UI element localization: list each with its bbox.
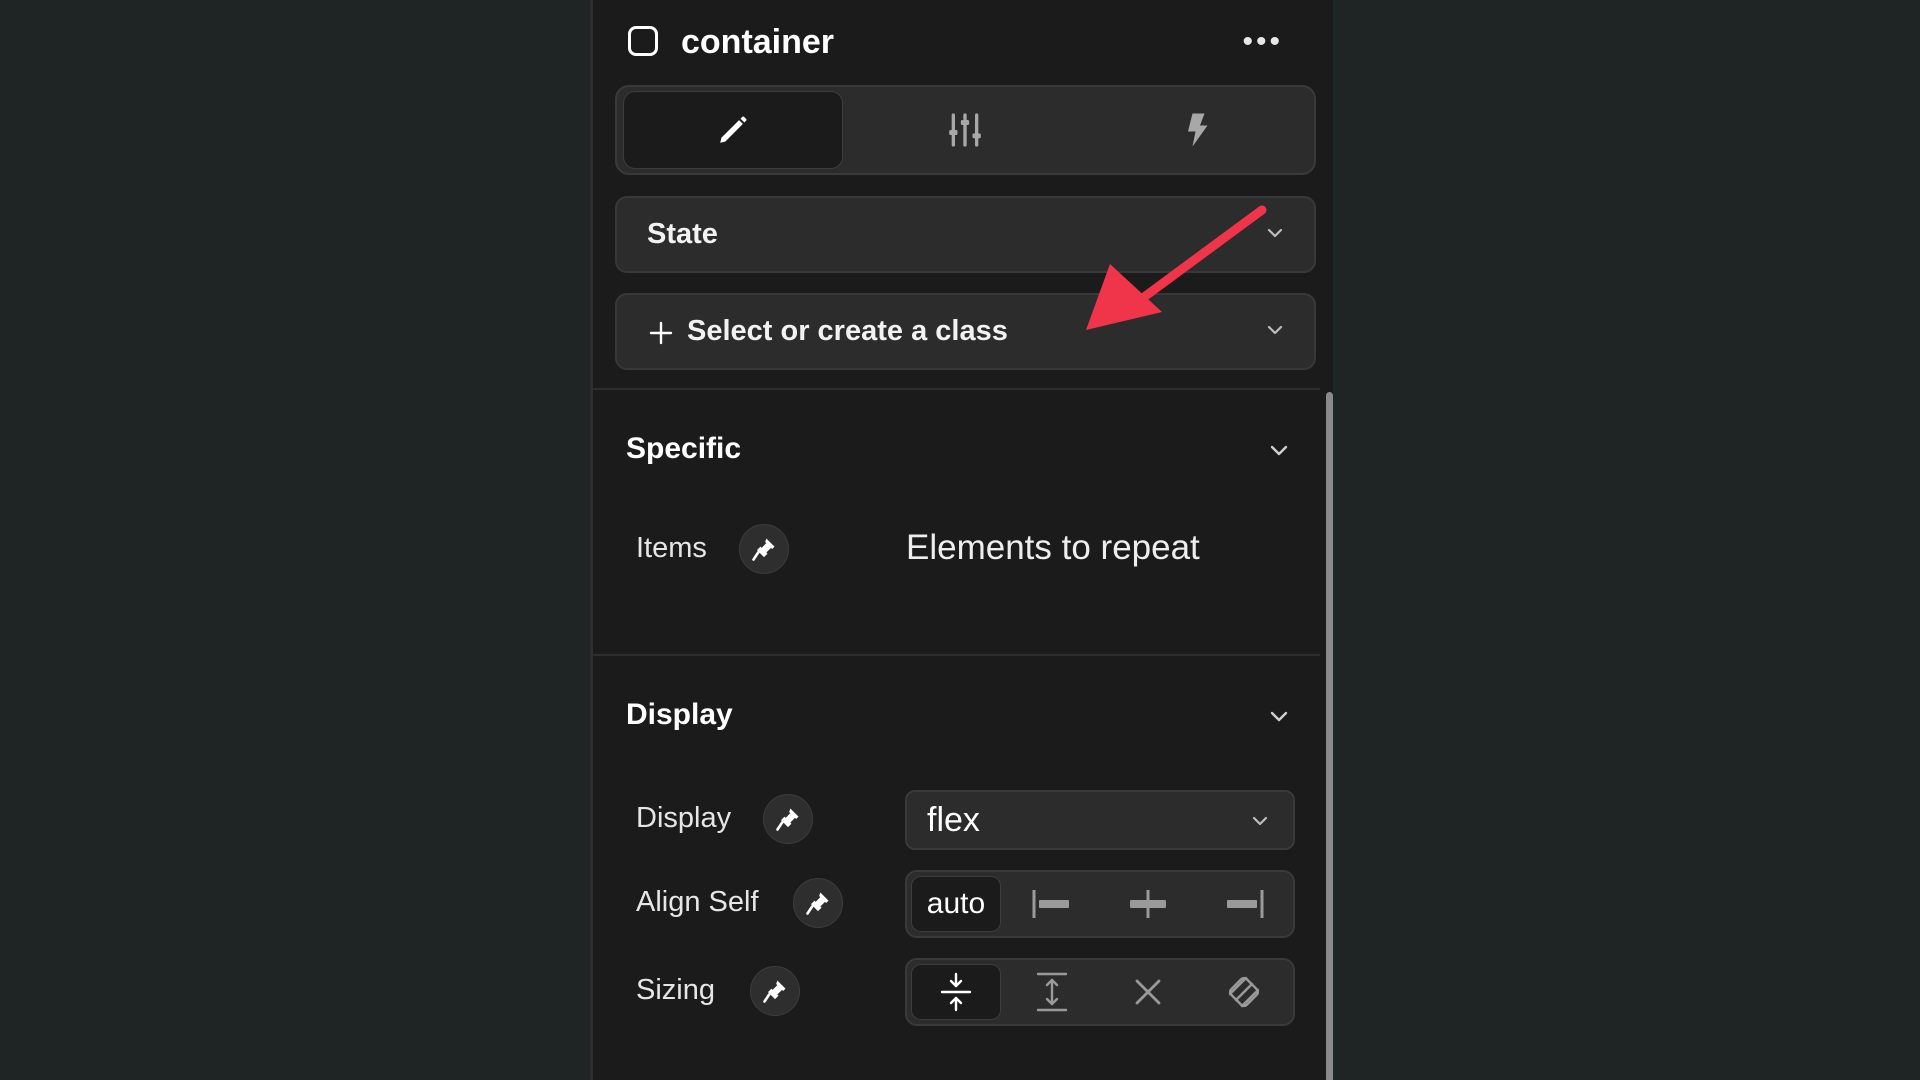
align-self-label: Align Self (636, 886, 759, 918)
panel-tabs (615, 85, 1316, 175)
items-bind-button[interactable] (739, 524, 789, 574)
display-bind-button[interactable] (763, 794, 813, 844)
more-options-icon[interactable]: ••• (1242, 22, 1283, 62)
sizing-grow-button[interactable] (1007, 964, 1097, 1020)
element-box-icon (628, 26, 658, 56)
divider (593, 388, 1320, 390)
lightning-icon (1188, 113, 1208, 147)
grow-icon (1036, 972, 1068, 1012)
sliders-icon (949, 113, 981, 147)
class-selector-label: Select or create a class (687, 315, 1008, 347)
align-self-auto-button[interactable]: auto (911, 876, 1001, 932)
align-self-start-button[interactable] (1007, 876, 1097, 932)
sizing-shrink-button[interactable] (911, 964, 1001, 1020)
tab-interactions[interactable] (1087, 91, 1307, 169)
state-label: State (647, 218, 718, 250)
sizing-none-button[interactable] (1103, 964, 1193, 1020)
plug-icon (752, 538, 775, 561)
section-title-display[interactable]: Display (626, 698, 733, 732)
sizing-segmented (905, 958, 1295, 1026)
align-self-bind-button[interactable] (793, 878, 843, 928)
plug-icon (806, 892, 829, 915)
tab-style[interactable] (623, 91, 843, 169)
sizing-custom-button[interactable] (1199, 964, 1289, 1020)
shrink-icon (940, 972, 972, 1012)
align-self-end-button[interactable] (1199, 876, 1289, 932)
display-label: Display (636, 802, 732, 834)
items-value: Elements to repeat (906, 528, 1200, 567)
sizing-bind-button[interactable] (750, 966, 800, 1016)
chevron-down-icon (1252, 816, 1268, 826)
properties-panel: container ••• State Select or create a c… (590, 0, 1333, 1080)
close-icon (1135, 979, 1161, 1005)
plus-icon (649, 321, 673, 345)
chevron-down-icon[interactable] (1268, 709, 1290, 725)
element-title: container (681, 23, 835, 61)
align-self-center-button[interactable] (1103, 876, 1193, 932)
custom-icon (1228, 976, 1260, 1008)
align-self-segmented: auto (905, 870, 1295, 938)
plug-icon (763, 980, 786, 1003)
plug-icon (776, 808, 799, 831)
divider (593, 654, 1320, 656)
panel-header: container ••• (593, 0, 1333, 85)
align-start-icon (1032, 890, 1069, 918)
display-select-value: flex (927, 801, 980, 839)
align-center-icon (1130, 890, 1166, 918)
tab-settings[interactable] (855, 91, 1075, 169)
chevron-down-icon[interactable] (1268, 443, 1290, 459)
align-end-icon (1227, 890, 1264, 918)
display-select[interactable]: flex (905, 790, 1295, 850)
scrollbar[interactable] (1326, 392, 1333, 1080)
items-label: Items (636, 532, 707, 564)
arrow-annotation (1086, 205, 1267, 330)
pencil-icon (720, 116, 747, 143)
section-title-specific[interactable]: Specific (626, 432, 741, 466)
sizing-label: Sizing (636, 974, 715, 1006)
